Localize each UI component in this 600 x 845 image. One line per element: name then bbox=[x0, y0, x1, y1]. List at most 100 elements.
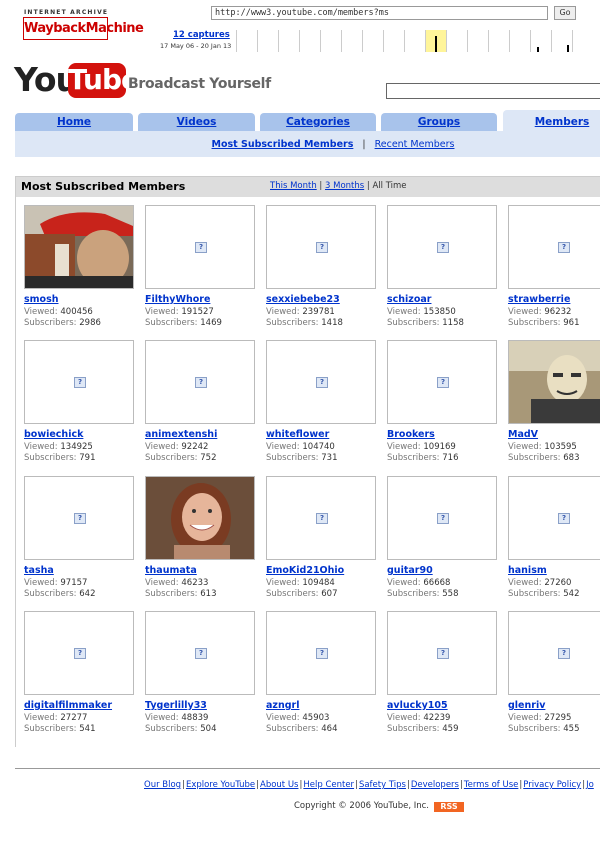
member-username[interactable]: guitar90 bbox=[387, 565, 433, 576]
rss-badge[interactable]: RSS bbox=[434, 802, 464, 812]
footer-link[interactable]: Terms of Use bbox=[464, 780, 519, 790]
member-viewed: Viewed: 96232 bbox=[508, 307, 571, 317]
member-username[interactable]: animextenshi bbox=[145, 429, 217, 440]
tab-groups[interactable]: Groups bbox=[381, 113, 497, 131]
member-thumbnail[interactable]: ? bbox=[24, 476, 134, 560]
footer-link[interactable]: Safety Tips bbox=[359, 780, 406, 790]
tab-home[interactable]: Home bbox=[15, 113, 133, 131]
timeline-year[interactable] bbox=[530, 30, 551, 52]
member-username[interactable]: Tygerlilly33 bbox=[145, 700, 207, 711]
filter-3-months[interactable]: 3 Months bbox=[325, 181, 364, 191]
member-thumbnail[interactable]: ? bbox=[24, 611, 134, 695]
youtube-logo[interactable]: You Tube bbox=[14, 61, 140, 98]
timeline-year[interactable] bbox=[446, 30, 467, 52]
timeline-year[interactable] bbox=[509, 30, 530, 52]
subnav-most-subscribed[interactable]: Most Subscribed Members bbox=[212, 139, 354, 150]
member-viewed: Viewed: 42239 bbox=[387, 713, 450, 723]
search-input[interactable] bbox=[386, 83, 600, 99]
wayback-date-range: 17 May 06 - 20 Jan 13 bbox=[160, 42, 232, 50]
timeline-year[interactable] bbox=[383, 30, 404, 52]
member-thumbnail[interactable]: ? bbox=[145, 611, 255, 695]
member-thumbnail[interactable]: ? bbox=[387, 205, 497, 289]
member-thumbnail[interactable]: ? bbox=[266, 611, 376, 695]
member-viewed: Viewed: 27260 bbox=[508, 578, 571, 588]
footer-link[interactable]: Developers bbox=[411, 780, 459, 790]
member-username[interactable]: hanism bbox=[508, 565, 547, 576]
member-thumbnail[interactable] bbox=[508, 340, 600, 424]
member-username[interactable]: schizoar bbox=[387, 294, 431, 305]
member-username[interactable]: bowiechick bbox=[24, 429, 83, 440]
timeline-year[interactable] bbox=[236, 30, 257, 52]
member-username[interactable]: whiteflower bbox=[266, 429, 329, 440]
member-username[interactable]: sexxiebebe23 bbox=[266, 294, 340, 305]
viewed-count: 239781 bbox=[302, 307, 335, 317]
member-thumbnail[interactable]: ? bbox=[387, 476, 497, 560]
tab-categories[interactable]: Categories bbox=[260, 113, 376, 131]
member-thumbnail[interactable]: ? bbox=[387, 611, 497, 695]
footer-link[interactable]: Privacy Policy bbox=[523, 780, 581, 790]
tab-members[interactable]: Members bbox=[503, 110, 600, 131]
member-thumbnail[interactable]: ? bbox=[508, 611, 600, 695]
timeline-year[interactable] bbox=[299, 30, 320, 52]
footer-link[interactable]: Our Blog bbox=[144, 780, 181, 790]
member-thumbnail[interactable]: ? bbox=[266, 205, 376, 289]
viewed-label: Viewed: bbox=[508, 713, 542, 723]
viewed-count: 134925 bbox=[60, 442, 93, 452]
member-username[interactable]: EmoKid21Ohio bbox=[266, 565, 344, 576]
member-thumbnail[interactable] bbox=[24, 205, 134, 289]
wayback-url-input[interactable]: http://www3.youtube.com/members?ms bbox=[211, 6, 548, 20]
filter-this-month[interactable]: This Month bbox=[270, 181, 317, 191]
footer-link[interactable]: About Us bbox=[260, 780, 298, 790]
member-username[interactable]: MadV bbox=[508, 429, 538, 440]
member-thumbnail[interactable]: ? bbox=[508, 205, 600, 289]
timeline-year[interactable] bbox=[467, 30, 488, 52]
member-thumbnail[interactable]: ? bbox=[266, 476, 376, 560]
viewed-count: 92242 bbox=[181, 442, 209, 452]
subscribers-count: 541 bbox=[79, 724, 96, 734]
wayback-logo[interactable]: INTERNET ARCHIVE WaybackMachine bbox=[23, 9, 144, 41]
footer-link[interactable]: Help Center bbox=[303, 780, 354, 790]
tab-videos[interactable]: Videos bbox=[138, 113, 255, 131]
timeline-year[interactable] bbox=[572, 30, 593, 52]
timeline-year[interactable] bbox=[551, 30, 572, 52]
member-username[interactable]: thaumata bbox=[145, 565, 197, 576]
timeline-year[interactable] bbox=[278, 30, 299, 52]
footer-link[interactable]: Explore YouTube bbox=[186, 780, 255, 790]
viewed-label: Viewed: bbox=[24, 578, 58, 588]
timeline-year[interactable] bbox=[362, 30, 383, 52]
member-username[interactable]: tasha bbox=[24, 565, 54, 576]
member-username[interactable]: Brookers bbox=[387, 429, 435, 440]
member-username[interactable]: smosh bbox=[24, 294, 59, 305]
member-username[interactable]: avlucky105 bbox=[387, 700, 448, 711]
member-viewed: Viewed: 153850 bbox=[387, 307, 456, 317]
wayback-go-button[interactable]: Go bbox=[554, 6, 576, 20]
member-username[interactable]: azngrl bbox=[266, 700, 299, 711]
viewed-count: 103595 bbox=[544, 442, 577, 452]
time-filter: This Month | 3 Months | All Time bbox=[270, 181, 407, 191]
member-subscribers: Subscribers: 558 bbox=[387, 589, 459, 599]
timeline-year[interactable] bbox=[341, 30, 362, 52]
timeline-year-current[interactable] bbox=[425, 30, 446, 52]
timeline-year[interactable] bbox=[257, 30, 278, 52]
timeline-year[interactable] bbox=[320, 30, 341, 52]
member-username[interactable]: digitalfilmmaker bbox=[24, 700, 112, 711]
member-username[interactable]: glenriv bbox=[508, 700, 545, 711]
member-username[interactable]: strawberrie bbox=[508, 294, 570, 305]
member-thumbnail[interactable]: ? bbox=[145, 340, 255, 424]
wayback-timeline[interactable] bbox=[236, 30, 600, 52]
member-thumbnail[interactable] bbox=[145, 476, 255, 560]
member-subscribers: Subscribers: 459 bbox=[387, 724, 459, 734]
member-thumbnail[interactable]: ? bbox=[145, 205, 255, 289]
member-username[interactable]: FilthyWhore bbox=[145, 294, 210, 305]
footer-link[interactable]: Jo bbox=[586, 780, 594, 790]
member-thumbnail[interactable]: ? bbox=[266, 340, 376, 424]
member-thumbnail[interactable]: ? bbox=[24, 340, 134, 424]
wayback-captures-link[interactable]: 12 captures bbox=[173, 30, 230, 40]
timeline-year[interactable] bbox=[488, 30, 509, 52]
subscribers-count: 683 bbox=[563, 453, 580, 463]
timeline-year[interactable] bbox=[404, 30, 425, 52]
subnav-recent[interactable]: Recent Members bbox=[375, 139, 455, 150]
member-thumbnail[interactable]: ? bbox=[508, 476, 600, 560]
viewed-label: Viewed: bbox=[387, 578, 421, 588]
member-thumbnail[interactable]: ? bbox=[387, 340, 497, 424]
